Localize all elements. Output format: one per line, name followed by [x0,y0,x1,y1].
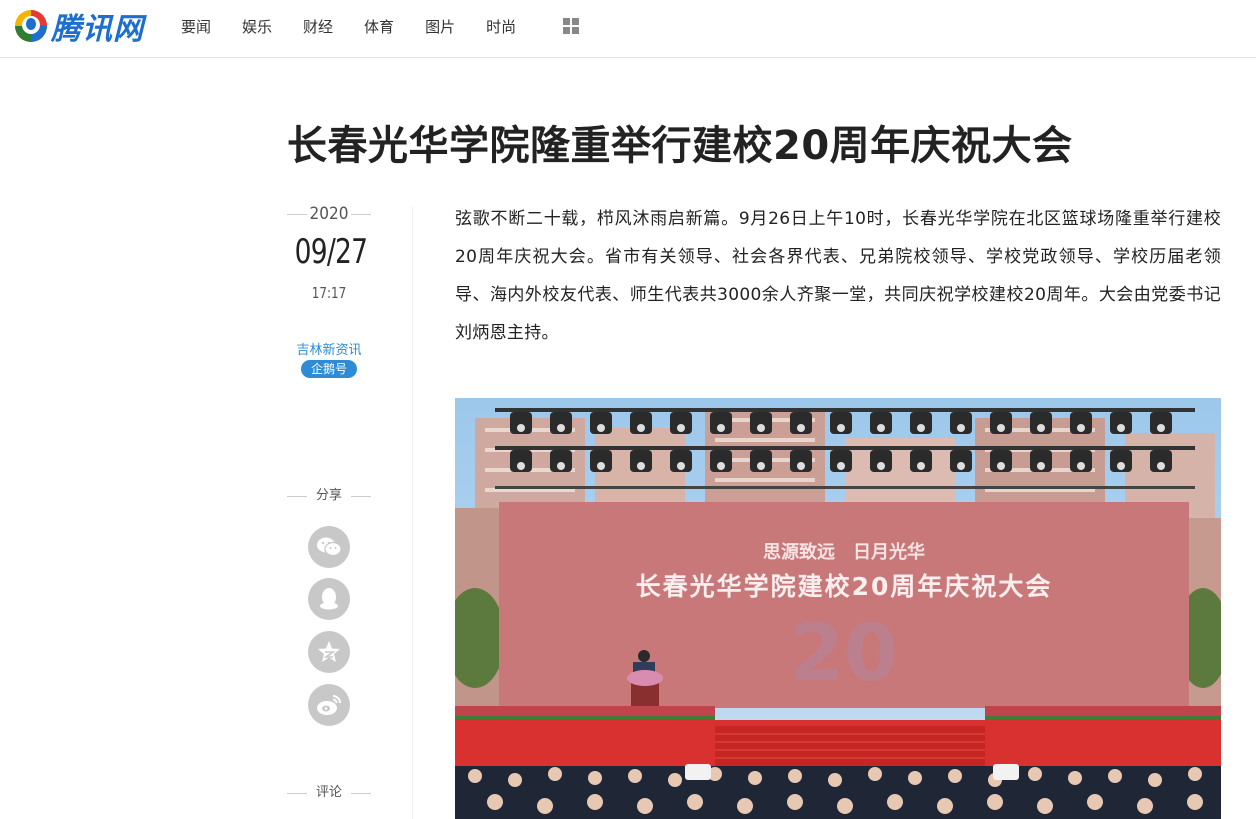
grid-menu-icon[interactable] [563,18,579,34]
tencent-logo[interactable]: 腾讯网 [13,6,144,47]
qq-icon [320,588,338,610]
publish-date: 09/27 [294,232,368,272]
publish-time: 17:17 [311,284,347,302]
wechat-share-button[interactable] [308,526,350,568]
weibo-icon [317,695,341,715]
nav-item-finance[interactable]: 财经 [303,16,333,38]
column-divider [412,207,413,819]
ceremony-photo-image: 思源致远 日月光华 长春光华学院建校20周年庆祝大会 20 [455,398,1221,819]
publish-year: 2020 [285,204,373,224]
weibo-share-button[interactable] [308,684,350,726]
logo-text: 腾讯网 [51,12,144,47]
nav-item-sports[interactable]: 体育 [364,16,394,38]
wechat-icon [317,537,342,557]
source-link[interactable]: 吉林新资讯 [285,339,373,358]
article-title: 长春光华学院隆重举行建校20周年庆祝大会 [287,123,1073,169]
tencent-logo-icon [15,10,47,42]
nav-item-entertainment[interactable]: 娱乐 [242,16,272,38]
top-header: 腾讯网 要闻 娱乐 财经 体育 图片 时尚 [0,0,1256,58]
banner-title: 长春光华学院建校20周年庆祝大会 [636,572,1053,601]
main-nav: 要闻 娱乐 财经 体育 图片 时尚 [181,16,547,38]
qzone-icon [318,641,340,662]
nav-item-pictures[interactable]: 图片 [425,16,455,38]
article-paragraph: 弦歌不断二十载，栉风沐雨启新篇。9月26日上午10时，长春光华学院在北区篮球场隆… [455,209,1221,343]
nav-item-news[interactable]: 要闻 [181,16,211,38]
qiehao-badge[interactable]: 企鹅号 [301,360,357,378]
nav-item-fashion[interactable]: 时尚 [486,16,516,38]
qzone-share-button[interactable] [308,631,350,673]
comment-label[interactable]: 评论 [285,783,373,803]
share-label: 分享 [285,486,373,506]
qq-share-button[interactable] [308,578,350,620]
banner-slogan: 思源致远 日月光华 [763,541,925,563]
article-photo: 思源致远 日月光华 长春光华学院建校20周年庆祝大会 20 [455,398,1221,819]
banner-number: 20 [790,609,899,699]
